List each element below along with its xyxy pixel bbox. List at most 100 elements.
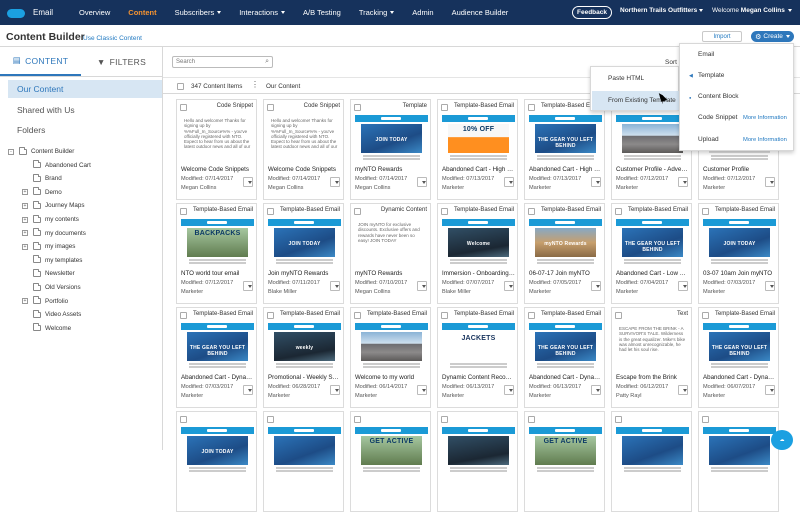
card-name[interactable]: NTO world tour email xyxy=(181,270,254,277)
card-checkbox[interactable] xyxy=(441,416,448,423)
card-actions-dropdown[interactable] xyxy=(417,385,427,395)
card-name[interactable]: Abandoned Cart - Dynami... xyxy=(181,374,254,381)
nav-our-content[interactable]: Our Content xyxy=(8,80,162,98)
content-card[interactable]: Code Snippet Hello and welcome! Thanks fo… xyxy=(176,99,257,200)
card-checkbox[interactable] xyxy=(702,312,709,319)
card-actions-dropdown[interactable] xyxy=(591,177,601,187)
content-card[interactable]: Code Snippet Hello and welcome! Thanks fo… xyxy=(263,99,344,200)
card-actions-dropdown[interactable] xyxy=(330,281,340,291)
content-card[interactable]: Dynamic Content JOIN myNTO for exclusive … xyxy=(350,203,431,304)
select-all-checkbox[interactable] xyxy=(177,83,184,90)
content-card[interactable]: Template-Based Email THE GEAR YOU LEFT BE… xyxy=(176,307,257,408)
nav-item-a-b-testing[interactable]: A/B Testing xyxy=(303,8,341,17)
folder-item[interactable]: + Portfolio xyxy=(22,295,68,308)
org-switcher[interactable]: Northern Trails Outfitters xyxy=(620,7,704,14)
card-actions-dropdown[interactable] xyxy=(417,177,427,187)
card-name[interactable]: 03-07 10am Join myNTO xyxy=(703,270,776,277)
card-name[interactable]: myNTO Rewards xyxy=(355,166,428,173)
card-thumbnail[interactable]: ESCAPE FROM THE BRINK - A SURVIVOR'S TAL… xyxy=(616,323,689,369)
app-name[interactable]: Email xyxy=(33,8,53,17)
create-menu-upload[interactable]: Upload xyxy=(698,136,719,143)
card-thumbnail[interactable]: Welcome xyxy=(442,219,515,265)
content-card[interactable] xyxy=(437,411,518,512)
card-actions-dropdown[interactable] xyxy=(330,177,340,187)
card-thumbnail[interactable] xyxy=(442,427,515,473)
card-name[interactable]: Welcome to my world xyxy=(355,374,428,381)
card-name[interactable]: Customer Profile - Advent... xyxy=(616,166,689,173)
card-thumbnail[interactable]: THE GEAR YOU LEFT BEHIND xyxy=(703,323,776,369)
create-menu-email[interactable]: Email xyxy=(698,51,714,58)
card-checkbox[interactable] xyxy=(702,208,709,215)
folder-item[interactable]: + my documents xyxy=(22,227,86,240)
more-information-link[interactable]: More Information xyxy=(743,115,787,121)
card-name[interactable]: Promotional - Weekly Sal... xyxy=(268,374,341,381)
tab-filters[interactable]: ▼ FILTERS xyxy=(81,47,162,76)
card-actions-dropdown[interactable] xyxy=(504,385,514,395)
content-card[interactable]: Template-Based Email weekly Promotional - … xyxy=(263,307,344,408)
nav-item-interactions[interactable]: Interactions xyxy=(239,8,285,17)
card-name[interactable]: Dynamic Content Recom... xyxy=(442,374,515,381)
create-menu-content-block[interactable]: Content Block xyxy=(698,93,738,100)
card-thumbnail[interactable]: JOIN myNTO for exclusive discounts. Excl… xyxy=(355,219,428,265)
salesforce-cloud-icon[interactable] xyxy=(7,7,25,19)
card-thumbnail[interactable]: JOIN TODAY xyxy=(268,219,341,265)
card-thumbnail[interactable]: JOIN TODAY xyxy=(355,115,428,161)
card-thumbnail[interactable]: THE GEAR YOU LEFT BEHIND xyxy=(529,115,602,161)
folder-item[interactable]: my templates xyxy=(22,254,82,267)
folder-item[interactable]: + my contents xyxy=(22,213,79,226)
card-checkbox[interactable] xyxy=(528,416,535,423)
folder-item[interactable]: Brand xyxy=(22,172,62,185)
card-checkbox[interactable] xyxy=(354,312,361,319)
card-name[interactable]: Customer Profile xyxy=(703,166,776,173)
card-checkbox[interactable] xyxy=(702,416,709,423)
content-card[interactable]: Template-Based Email THE GEAR YOU LEFT BE… xyxy=(611,203,692,304)
card-actions-dropdown[interactable] xyxy=(765,281,775,291)
user-menu[interactable]: Welcome Megan Collins xyxy=(712,7,792,14)
card-checkbox[interactable] xyxy=(528,208,535,215)
folder-item[interactable]: + my images xyxy=(22,240,75,253)
card-name[interactable]: Escape from the Brink xyxy=(616,374,689,381)
tab-content[interactable]: ▤ CONTENT xyxy=(0,47,81,76)
card-thumbnail[interactable]: GET ACTIVE xyxy=(529,427,602,473)
card-actions-dropdown[interactable] xyxy=(678,385,688,395)
folder-item[interactable]: + Demo xyxy=(22,186,62,199)
card-actions-dropdown[interactable] xyxy=(243,281,253,291)
expand-toggle-icon[interactable]: + xyxy=(22,243,28,250)
card-checkbox[interactable] xyxy=(441,208,448,215)
nav-item-audience-builder[interactable]: Audience Builder xyxy=(452,8,509,17)
card-checkbox[interactable] xyxy=(354,416,361,423)
content-card[interactable]: Template-Based Email Welcome Immersion - O… xyxy=(437,203,518,304)
card-actions-dropdown[interactable] xyxy=(765,385,775,395)
folder-item[interactable]: - Content Builder xyxy=(8,145,74,158)
create-menu-template[interactable]: Template xyxy=(698,72,724,79)
nav-item-subscribers[interactable]: Subscribers xyxy=(175,8,222,17)
card-checkbox[interactable] xyxy=(267,312,274,319)
card-name[interactable]: Abandoned Cart - Low Va... xyxy=(616,270,689,277)
classic-content-link[interactable]: Use Classic Content xyxy=(83,35,142,42)
import-button[interactable]: Import xyxy=(702,31,742,42)
nav-shared-with-us[interactable]: Shared with Us xyxy=(17,105,75,115)
submenu-from-existing-template[interactable]: From Existing Template xyxy=(592,91,679,110)
content-card[interactable]: Template-Based Email Welcome to my world M… xyxy=(350,307,431,408)
card-checkbox[interactable] xyxy=(528,104,535,111)
content-card[interactable] xyxy=(698,411,779,512)
card-thumbnail[interactable]: GET ACTIVE xyxy=(355,427,428,473)
card-checkbox[interactable] xyxy=(180,312,187,319)
card-checkbox[interactable] xyxy=(180,208,187,215)
expand-toggle-icon[interactable]: + xyxy=(22,216,28,223)
content-card[interactable]: Template-Based Email myNTO Rewards 06-07-1… xyxy=(524,203,605,304)
card-checkbox[interactable] xyxy=(528,312,535,319)
content-card[interactable]: Text ESCAPE FROM THE BRINK - A SURVIVOR'S… xyxy=(611,307,692,408)
expand-toggle-icon[interactable]: + xyxy=(22,298,28,305)
card-actions-dropdown[interactable] xyxy=(765,177,775,187)
card-name[interactable]: Abandoned Cart - High V... xyxy=(442,166,515,173)
card-checkbox[interactable] xyxy=(180,416,187,423)
card-thumbnail[interactable]: THE GEAR YOU LEFT BEHIND xyxy=(529,323,602,369)
nav-item-content[interactable]: Content xyxy=(128,8,156,17)
folder-item[interactable]: + Journey Maps xyxy=(22,199,85,212)
card-checkbox[interactable] xyxy=(267,104,274,111)
card-checkbox[interactable] xyxy=(441,312,448,319)
content-card[interactable]: Template-Based Email JACKETS Dynamic Conte… xyxy=(437,307,518,408)
card-actions-dropdown[interactable] xyxy=(678,177,688,187)
content-card[interactable] xyxy=(611,411,692,512)
